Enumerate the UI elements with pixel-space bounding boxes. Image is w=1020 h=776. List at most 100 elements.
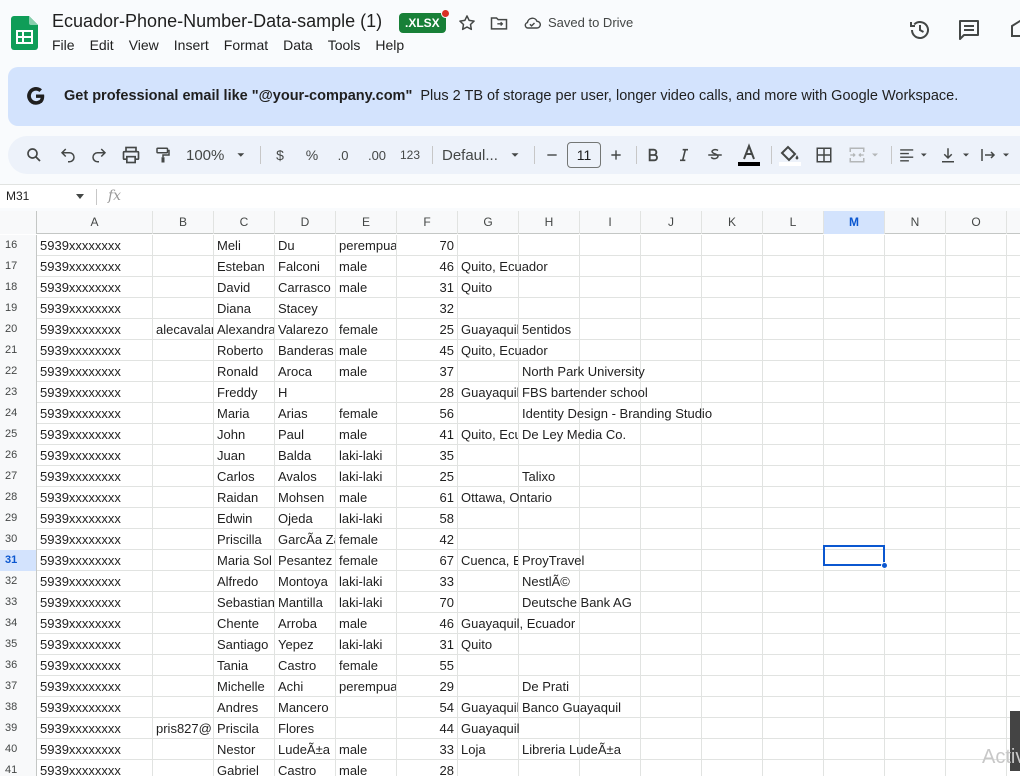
cell-f[interactable]: 33 — [397, 571, 458, 591]
cell-a[interactable]: 5939xxxxxxxx — [37, 466, 153, 486]
cell-a[interactable]: 5939xxxxxxxx — [37, 592, 153, 612]
cell-h[interactable] — [519, 634, 580, 654]
cell-o[interactable] — [946, 676, 1007, 696]
cell-e[interactable]: female — [336, 403, 397, 423]
cell-a[interactable]: 5939xxxxxxxx — [37, 424, 153, 444]
column-header-a[interactable]: A — [37, 211, 153, 234]
cell-c[interactable]: Diana — [214, 298, 275, 318]
cell-g[interactable] — [458, 508, 519, 528]
cell-m[interactable] — [824, 487, 885, 507]
row-header[interactable]: 26 — [0, 445, 37, 466]
cell-e[interactable]: laki-laki — [336, 445, 397, 465]
font-family-select[interactable]: Defaul... — [442, 136, 526, 174]
column-header-f[interactable]: F — [397, 211, 458, 234]
cell-k[interactable] — [702, 571, 763, 591]
column-header-e[interactable]: E — [336, 211, 397, 234]
cell-o[interactable] — [946, 403, 1007, 423]
cell-k[interactable] — [702, 466, 763, 486]
cell-d[interactable]: Paul — [275, 424, 336, 444]
cell-g[interactable]: Quito — [458, 634, 519, 654]
cell-m[interactable] — [824, 361, 885, 381]
cell-f[interactable]: 56 — [397, 403, 458, 423]
cell-l[interactable] — [763, 529, 824, 549]
cell-n[interactable] — [885, 319, 946, 339]
cell-b[interactable] — [153, 487, 214, 507]
cell-i[interactable] — [580, 487, 641, 507]
cell-n[interactable] — [885, 676, 946, 696]
cell-o[interactable] — [946, 697, 1007, 717]
cell-j[interactable] — [641, 256, 702, 276]
cell-e[interactable]: female — [336, 655, 397, 675]
column-header-l[interactable]: L — [763, 211, 824, 234]
cell-n[interactable] — [885, 697, 946, 717]
cell-h[interactable] — [519, 277, 580, 297]
cell-d[interactable]: Carrasco — [275, 277, 336, 297]
cell-k[interactable] — [702, 424, 763, 444]
column-header-d[interactable]: D — [275, 211, 336, 234]
cell-f[interactable]: 45 — [397, 340, 458, 360]
menu-edit[interactable]: Edit — [90, 37, 121, 53]
cell-l[interactable] — [763, 382, 824, 402]
cell-c[interactable]: Alfredo — [214, 571, 275, 591]
row-header[interactable]: 31 — [0, 550, 37, 571]
cell-n[interactable] — [885, 256, 946, 276]
column-header-b[interactable]: B — [153, 211, 214, 234]
cell-d[interactable]: Castro — [275, 655, 336, 675]
cell-c[interactable]: Meli — [214, 235, 275, 255]
cell-j[interactable] — [641, 487, 702, 507]
cell-c[interactable]: Michelle — [214, 676, 275, 696]
cell-i[interactable] — [580, 466, 641, 486]
cell-j[interactable] — [641, 613, 702, 633]
row-header[interactable]: 16 — [0, 235, 37, 256]
cell-c[interactable]: Andres — [214, 697, 275, 717]
cell-e[interactable]: laki-laki — [336, 592, 397, 612]
cell-m[interactable] — [824, 550, 885, 570]
cell-c[interactable]: Maria — [214, 403, 275, 423]
cell-g[interactable]: Loja — [458, 739, 519, 759]
cell-e[interactable] — [336, 382, 397, 402]
cell-d[interactable]: Banderas — [275, 340, 336, 360]
cell-d[interactable]: H — [275, 382, 336, 402]
fill-color-button[interactable] — [777, 136, 803, 174]
cell-o[interactable] — [946, 445, 1007, 465]
column-header-j[interactable]: J — [641, 211, 702, 234]
name-box[interactable]: M31 — [6, 189, 29, 203]
cell-m[interactable] — [824, 256, 885, 276]
cell-m[interactable] — [824, 235, 885, 255]
cell-b[interactable] — [153, 508, 214, 528]
cell-i[interactable] — [580, 508, 641, 528]
cell-m[interactable] — [824, 466, 885, 486]
cell-j[interactable] — [641, 445, 702, 465]
cell-o[interactable] — [946, 466, 1007, 486]
row-header[interactable]: 30 — [0, 529, 37, 550]
cell-j[interactable] — [641, 319, 702, 339]
decrease-decimal-button[interactable]: .0 — [332, 136, 354, 174]
name-box-dropdown-icon[interactable] — [76, 194, 84, 199]
cell-n[interactable] — [885, 298, 946, 318]
cell-h[interactable] — [519, 298, 580, 318]
cell-k[interactable] — [702, 676, 763, 696]
row-header[interactable]: 21 — [0, 340, 37, 361]
move-folder-icon[interactable] — [488, 13, 510, 33]
cell-d[interactable]: Arroba — [275, 613, 336, 633]
cell-e[interactable] — [336, 298, 397, 318]
cell-b[interactable] — [153, 256, 214, 276]
cell-b[interactable] — [153, 739, 214, 759]
menu-format[interactable]: Format — [224, 37, 275, 53]
cell-g[interactable] — [458, 235, 519, 255]
cell-m[interactable] — [824, 592, 885, 612]
cell-h[interactable]: Identity Design - Branding Studio — [519, 403, 712, 423]
cell-l[interactable] — [763, 697, 824, 717]
cell-h[interactable]: De Prati — [519, 676, 580, 696]
row-header[interactable]: 41 — [0, 760, 37, 776]
cell-l[interactable] — [763, 298, 824, 318]
select-all-corner[interactable] — [0, 211, 37, 234]
cell-l[interactable] — [763, 550, 824, 570]
search-menus-button[interactable] — [22, 136, 46, 174]
cell-d[interactable]: Aroca — [275, 361, 336, 381]
cell-j[interactable] — [641, 382, 702, 402]
cell-l[interactable] — [763, 424, 824, 444]
cell-n[interactable] — [885, 487, 946, 507]
print-button[interactable] — [119, 136, 143, 174]
cell-k[interactable] — [702, 487, 763, 507]
